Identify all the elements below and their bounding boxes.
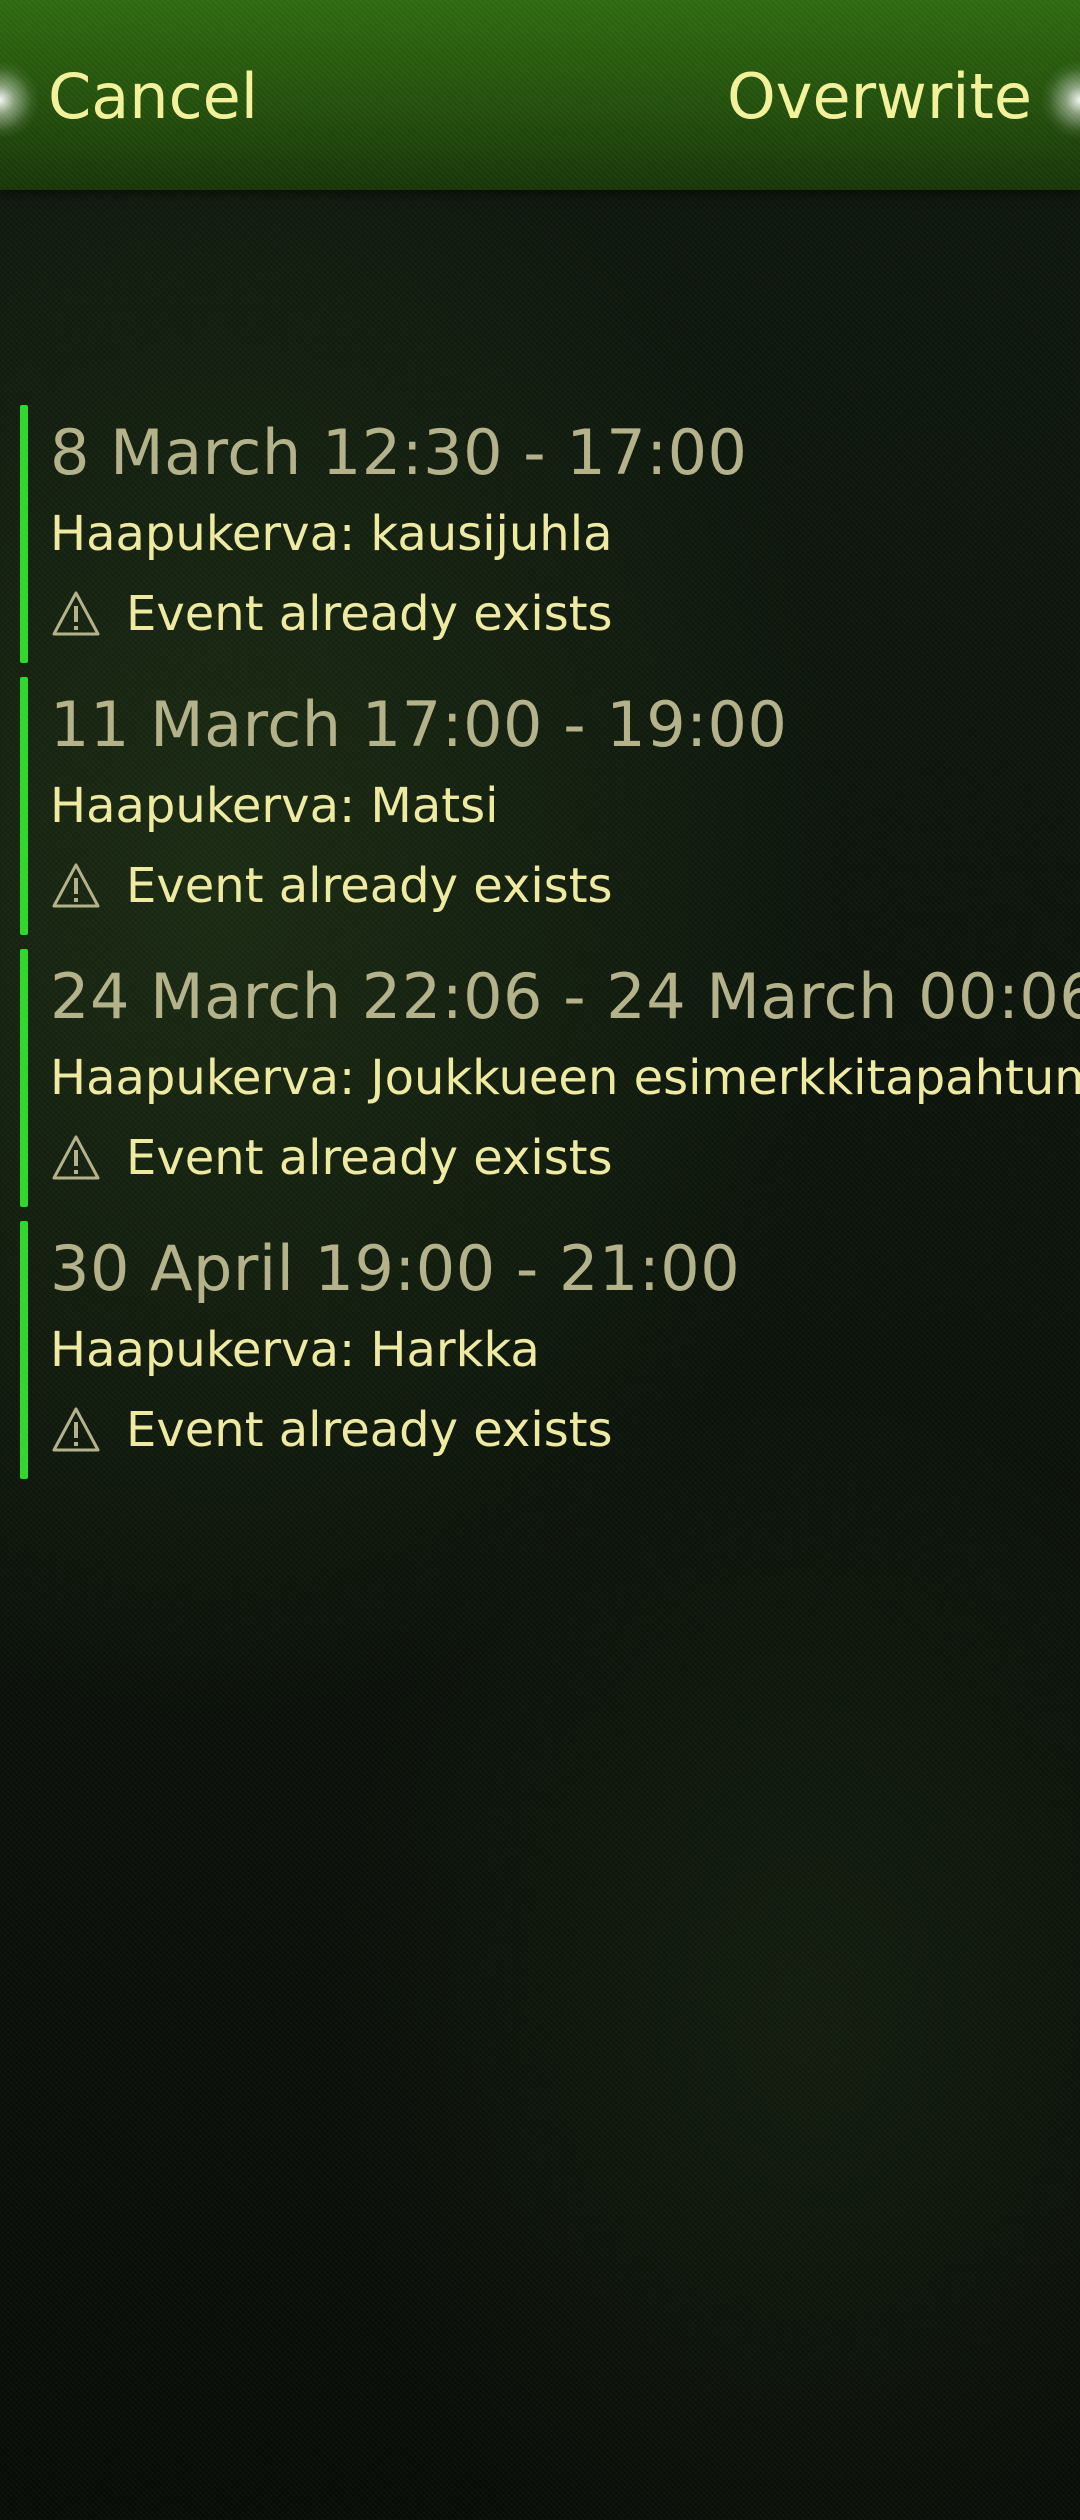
event-item[interactable]: 24 March 22:06 - 24 March 00:06 Haapuker…: [0, 949, 1080, 1207]
event-date: 24 March 22:06 - 24 March 00:06: [50, 960, 1080, 1033]
warning-icon: [52, 591, 100, 636]
warning-icon: [52, 863, 100, 908]
warning-icon: [52, 1135, 100, 1180]
event-status: Event already exists: [50, 1127, 613, 1189]
event-date: 11 March 17:00 - 19:00: [50, 688, 788, 761]
event-item[interactable]: 8 March 12:30 - 17:00 Haapukerva: kausij…: [0, 405, 1080, 663]
calendar-color-bar: [20, 677, 28, 935]
cancel-glow-indicator: [0, 60, 40, 140]
cancel-button[interactable]: Cancel: [48, 52, 258, 142]
calendar-color-bar: [20, 405, 28, 663]
dialog-header: Cancel Overwrite: [0, 0, 1080, 190]
event-item[interactable]: 11 March 17:00 - 19:00 Haapukerva: Matsi…: [0, 677, 1080, 935]
warning-icon: [52, 1407, 100, 1452]
event-title: Haapukerva: Harkka: [50, 1322, 540, 1378]
event-date: 8 March 12:30 - 17:00: [50, 416, 748, 489]
event-status-text: Event already exists: [126, 586, 613, 642]
event-status-text: Event already exists: [126, 1130, 613, 1186]
calendar-color-bar: [20, 1221, 28, 1479]
event-title: Haapukerva: Joukkueen esimerkkitapahtuma: [50, 1050, 1080, 1106]
event-status: Event already exists: [50, 1399, 613, 1461]
overwrite-button[interactable]: Overwrite: [727, 52, 1032, 142]
event-list: 8 March 12:30 - 17:00 Haapukerva: kausij…: [0, 405, 1080, 1493]
event-date: 30 April 19:00 - 21:00: [50, 1232, 741, 1305]
event-status-text: Event already exists: [126, 1402, 613, 1458]
event-item[interactable]: 30 April 19:00 - 21:00 Haapukerva: Harkk…: [0, 1221, 1080, 1479]
calendar-color-bar: [20, 949, 28, 1207]
event-title: Haapukerva: Matsi: [50, 778, 499, 834]
overwrite-glow-indicator: [1040, 60, 1080, 140]
event-status: Event already exists: [50, 855, 613, 917]
event-status-text: Event already exists: [126, 858, 613, 914]
event-title: Haapukerva: kausijuhla: [50, 506, 613, 562]
event-status: Event already exists: [50, 583, 613, 645]
